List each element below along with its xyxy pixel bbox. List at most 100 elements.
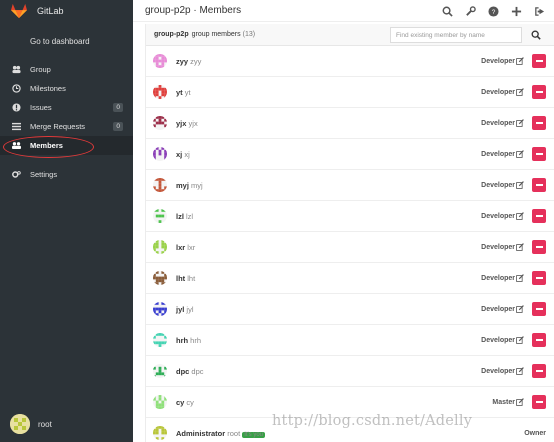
edit-icon[interactable] (516, 305, 524, 313)
remove-member-button[interactable] (532, 116, 546, 130)
member-name[interactable]: yjx yjx (176, 119, 198, 128)
avatar (153, 116, 167, 130)
member-display-name[interactable]: lxr (176, 243, 185, 252)
member-display-name[interactable]: hrh (176, 336, 188, 345)
member-role: Owner (524, 429, 546, 437)
search-icon (531, 30, 541, 40)
sidebar-item-label: Settings (30, 170, 58, 179)
remove-member-button[interactable] (532, 54, 546, 68)
member-name[interactable]: Administrator root It's you (176, 429, 266, 438)
current-user[interactable]: root (10, 414, 52, 434)
member-username: xj (182, 149, 190, 159)
member-display-name[interactable]: lht (176, 274, 185, 283)
member-display-name[interactable]: yjx (176, 119, 186, 128)
remove-member-button[interactable] (532, 240, 546, 254)
member-row: yjx yjx Developer (146, 108, 554, 139)
remove-member-button[interactable] (532, 147, 546, 161)
avatar (153, 54, 167, 68)
brand[interactable]: GitLab (0, 0, 133, 22)
member-display-name[interactable]: zyy (176, 57, 188, 66)
sidebar-item-group[interactable]: Group (0, 60, 133, 79)
member-name[interactable]: lxr lxr (176, 243, 195, 252)
member-search-button[interactable] (526, 27, 546, 43)
plus-icon[interactable] (509, 4, 523, 18)
its-you-badge: It's you (242, 431, 266, 438)
member-username: myj (188, 180, 203, 190)
member-username: lzl (183, 211, 194, 221)
member-row: lzl lzl Developer (146, 201, 554, 232)
member-name[interactable]: lht lht (176, 274, 195, 283)
edit-icon[interactable] (516, 398, 524, 406)
remove-member-button[interactable] (532, 395, 546, 409)
edit-icon[interactable] (516, 212, 524, 220)
remove-member-button[interactable] (532, 302, 546, 316)
edit-icon[interactable] (516, 150, 524, 158)
member-row: zyy zyy Developer (146, 46, 554, 77)
member-display-name[interactable]: dpc (176, 367, 189, 376)
member-username: zyy (188, 56, 202, 66)
member-name[interactable]: hrh hrh (176, 336, 201, 345)
member-name[interactable]: zyy zyy (176, 57, 201, 66)
avatar (153, 147, 167, 161)
wrench-icon[interactable] (463, 4, 477, 18)
remove-member-button[interactable] (532, 178, 546, 192)
member-display-name[interactable]: Administrator (176, 429, 225, 438)
panel-label: group members (191, 31, 241, 38)
go-to-dashboard-link[interactable]: Go to dashboard (0, 22, 133, 60)
remove-member-button[interactable] (532, 333, 546, 347)
edit-icon[interactable] (516, 336, 524, 344)
edit-icon[interactable] (516, 181, 524, 189)
sidebar-item-milestones[interactable]: Milestones (0, 79, 133, 98)
avatar (10, 414, 30, 434)
sidebar-item-issues[interactable]: Issues 0 (0, 98, 133, 117)
member-name[interactable]: xj xj (176, 150, 190, 159)
member-name[interactable]: cy cy (176, 398, 194, 407)
edit-icon[interactable] (516, 119, 524, 127)
sidebar-item-settings[interactable]: Settings (0, 165, 133, 184)
avatar (153, 364, 167, 378)
users-icon (12, 141, 21, 150)
brand-title: GitLab (37, 6, 64, 16)
member-display-name[interactable]: myj (176, 181, 189, 190)
member-row: lht lht Developer (146, 263, 554, 294)
edit-icon[interactable] (516, 243, 524, 251)
avatar (153, 240, 167, 254)
member-role: Developer (481, 367, 515, 375)
svg-text:?: ? (491, 8, 495, 15)
edit-icon[interactable] (516, 57, 524, 65)
member-count: (13) (242, 31, 256, 38)
sign-out-icon[interactable] (532, 4, 546, 18)
sidebar-item-members[interactable]: Members (0, 136, 133, 155)
remove-member-button[interactable] (532, 364, 546, 378)
member-row: yt yt Developer (146, 77, 554, 108)
user-name: root (38, 419, 52, 429)
member-name[interactable]: yt yt (176, 88, 191, 97)
edit-icon[interactable] (516, 88, 524, 96)
member-name[interactable]: myj myj (176, 181, 203, 190)
clock-icon (12, 84, 21, 93)
remove-member-button[interactable] (532, 209, 546, 223)
edit-icon[interactable] (516, 367, 524, 375)
sidebar-item-merge-requests[interactable]: Merge Requests 0 (0, 117, 133, 136)
member-row: jyl jyl Developer (146, 294, 554, 325)
member-name[interactable]: dpc dpc (176, 367, 204, 376)
sidebar-item-label: Issues (30, 103, 52, 112)
member-display-name[interactable]: lzl (176, 212, 184, 221)
member-search-input[interactable]: Find existing member by name (390, 27, 522, 43)
sidebar-item-label: Group (30, 65, 51, 74)
search-icon[interactable] (440, 4, 454, 18)
member-row: myj myj Developer (146, 170, 554, 201)
member-role: Developer (481, 305, 515, 313)
member-role: Developer (481, 150, 515, 158)
group-icon (12, 65, 21, 74)
remove-member-button[interactable] (532, 271, 546, 285)
member-username: cy (184, 397, 194, 407)
member-role: Developer (481, 88, 515, 96)
member-name[interactable]: lzl lzl (176, 212, 193, 221)
edit-icon[interactable] (516, 274, 524, 282)
member-display-name[interactable]: yt (176, 88, 183, 97)
avatar (153, 178, 167, 192)
member-name[interactable]: jyl jyl (176, 305, 194, 314)
remove-member-button[interactable] (532, 85, 546, 99)
help-icon[interactable]: ? (486, 4, 500, 18)
